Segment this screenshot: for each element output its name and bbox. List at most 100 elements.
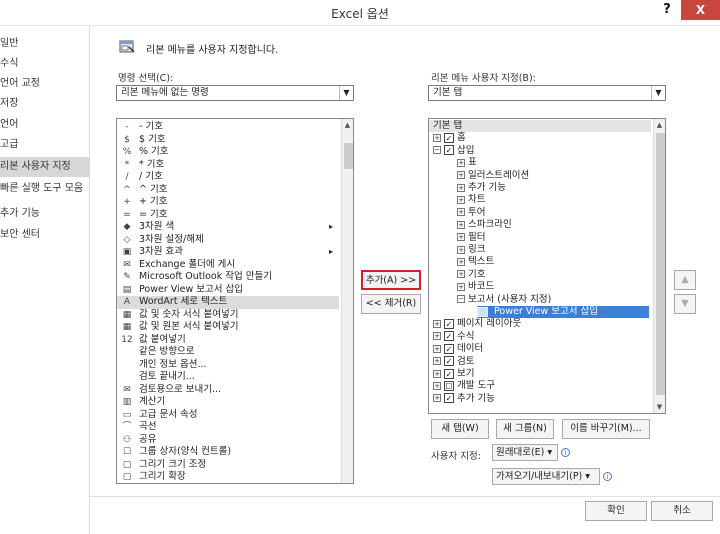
expand-icon[interactable]: + (457, 282, 465, 291)
move-up-button[interactable]: ▲ (674, 270, 696, 290)
tab-checkbox[interactable]: ✓ (444, 343, 454, 354)
command-item[interactable]: 검토 끝내기... (117, 371, 339, 384)
tree-item[interactable]: + 차트 (457, 194, 649, 206)
tree-item[interactable]: + 추가 기능 (457, 182, 649, 194)
expand-icon[interactable]: + (457, 195, 465, 204)
new-group-button[interactable]: 새 그룹(N) (496, 419, 554, 439)
command-item[interactable]: -- 기호 (117, 121, 339, 134)
expand-icon[interactable]: + (457, 158, 465, 167)
expand-icon[interactable]: + (457, 208, 465, 217)
nav-item[interactable]: 빠른 실행 도구 모음 (0, 179, 90, 199)
tree-item[interactable]: + 필터 (457, 232, 649, 244)
command-item[interactable]: ◆ 3차원 색 ▸ (117, 221, 339, 234)
command-item[interactable]: ▥ 계산기 (117, 396, 339, 409)
command-item[interactable]: ▦ 값 및 원본 서식 붙여넣기 (117, 321, 339, 334)
expand-icon[interactable]: + (433, 394, 441, 403)
command-item[interactable]: ▦ 값 및 숫자 서식 붙여넣기 (117, 309, 339, 322)
nav-item[interactable]: 고급 (0, 135, 90, 155)
command-item[interactable]: 12 값 붙여넣기 (117, 334, 339, 347)
nav-item[interactable]: 저장 (0, 94, 90, 114)
command-item[interactable]: ✎ Microsoft Outlook 작업 만들기 (117, 271, 339, 284)
tree-item[interactable]: + ✓ 홈 (433, 132, 649, 144)
tree-item[interactable]: + ✓ 검토 (433, 356, 649, 368)
tree-item[interactable]: + 투어 (457, 207, 649, 219)
expand-icon[interactable]: + (433, 332, 441, 341)
command-item[interactable]: ▢ 그리기 확장 (117, 471, 339, 483)
import-export-button[interactable]: 가져오기/내보내기(P) ▾ (492, 468, 600, 485)
move-down-button[interactable]: ▼ (674, 294, 696, 314)
scroll-down-icon[interactable]: ▼ (654, 401, 665, 413)
tab-checkbox[interactable]: ✓ (444, 318, 454, 329)
tree-item[interactable]: + 기호 (457, 269, 649, 281)
tree-item[interactable]: + 일러스트레이션 (457, 170, 649, 182)
tree-item[interactable]: + ✓ 수식 (433, 331, 649, 343)
tree-item[interactable]: + ✓ 보기 (433, 368, 649, 380)
expand-icon[interactable]: + (457, 183, 465, 192)
command-item[interactable]: ▢ 그리기 캔버스에 맞춤 (117, 484, 339, 485)
expand-icon[interactable]: + (433, 369, 441, 378)
expand-icon[interactable]: + (457, 270, 465, 279)
scroll-up-icon[interactable]: ▲ (342, 119, 353, 131)
command-item[interactable]: A WordArt 세로 텍스트 (117, 296, 339, 309)
command-item[interactable]: ✉ Exchange 폴더에 게시 (117, 259, 339, 272)
tab-checkbox[interactable]: ✓ (444, 393, 454, 404)
tree-item[interactable]: + ✓ 데이터 (433, 343, 649, 355)
expand-icon[interactable]: + (433, 344, 441, 353)
ribbon-tree-scrollbar[interactable]: ▲ ▼ (653, 119, 665, 413)
expand-icon[interactable]: + (433, 133, 441, 142)
tree-item[interactable]: + ☐ 개발 도구 (433, 380, 649, 392)
ok-button[interactable]: 확인 (585, 501, 647, 521)
tab-checkbox[interactable]: ✓ (444, 331, 454, 342)
command-item[interactable]: ◇ 3차원 설정/해제 (117, 234, 339, 247)
command-item[interactable]: ⚇ 공유 (117, 434, 339, 447)
command-item[interactable]: $ $ 기호 (117, 134, 339, 147)
tree-item[interactable]: + ✓ 추가 기능 (433, 393, 649, 405)
tree-item[interactable]: + 표 (457, 157, 649, 169)
reset-button[interactable]: 원래대로(E) ▾ (492, 444, 558, 461)
nav-item[interactable]: 언어 교정 (0, 74, 90, 94)
close-button[interactable]: X (681, 0, 720, 20)
tree-item[interactable]: + 바코드 (457, 281, 649, 293)
expand-icon[interactable]: + (457, 257, 465, 266)
tree-item[interactable]: + 링크 (457, 244, 649, 256)
command-item[interactable]: / / 기호 (117, 171, 339, 184)
help-button[interactable]: ? (655, 0, 679, 20)
scroll-thumb[interactable] (656, 133, 665, 395)
new-tab-button[interactable]: 새 탭(W) (431, 419, 489, 439)
ribbon-tabs-dropdown[interactable]: 기본 탭 ▼ (428, 85, 666, 101)
add-button[interactable]: 추가(A) >> (361, 270, 421, 290)
command-item[interactable]: ▢ 그리기 크기 조정 (117, 459, 339, 472)
collapse-icon[interactable]: − (457, 295, 465, 304)
command-item[interactable]: 같은 방향으로 (117, 346, 339, 359)
nav-item[interactable]: 수식 (0, 54, 90, 74)
scroll-thumb[interactable] (344, 143, 353, 169)
scroll-up-icon[interactable]: ▲ (654, 119, 665, 131)
tree-item[interactable]: − 보고서 (사용자 지정) (457, 294, 649, 306)
command-item[interactable]: ☐ 그룹 상자(양식 컨트롤) (117, 446, 339, 459)
cancel-button[interactable]: 취소 (651, 501, 713, 521)
command-list-scrollbar[interactable]: ▲ (341, 119, 353, 483)
tree-item[interactable]: − ✓ 삽입 (433, 145, 649, 157)
command-item[interactable]: % % 기호 (117, 146, 339, 159)
expand-icon[interactable]: + (457, 233, 465, 242)
tab-checkbox[interactable]: ✓ (444, 145, 454, 156)
command-item[interactable]: ▣ 3차원 효과 ▸ (117, 246, 339, 259)
expand-icon[interactable]: + (433, 319, 441, 328)
command-list[interactable]: ▲ -- 기호 $ $ 기호%% 기호 * * 기호 / / 기호 ^ ^ 기호 + + 기호 = = … (116, 118, 354, 484)
command-item[interactable]: ▤ Power View 보고서 삽입 (117, 284, 339, 297)
command-item[interactable]: 개인 정보 옵션... (117, 359, 339, 372)
expand-icon[interactable]: + (457, 220, 465, 229)
rename-button[interactable]: 이름 바꾸기(M)... (562, 419, 650, 439)
expand-icon[interactable]: + (433, 357, 441, 366)
command-item[interactable]: + + 기호 (117, 196, 339, 209)
tree-item[interactable]: + 텍스트 (457, 256, 649, 268)
expand-icon[interactable]: + (433, 381, 441, 390)
tab-checkbox[interactable]: ☐ (444, 380, 454, 391)
command-item[interactable]: = = 기호 (117, 209, 339, 222)
nav-item[interactable]: 리본 사용자 지정 (0, 157, 90, 177)
expand-icon[interactable]: + (457, 245, 465, 254)
command-item[interactable]: ▭ 고급 문서 속성 (117, 409, 339, 422)
command-item[interactable]: ⌒ 곡선 (117, 421, 339, 434)
remove-button[interactable]: << 제거(R) (361, 294, 421, 314)
chevron-down-icon[interactable]: ▼ (339, 86, 353, 100)
